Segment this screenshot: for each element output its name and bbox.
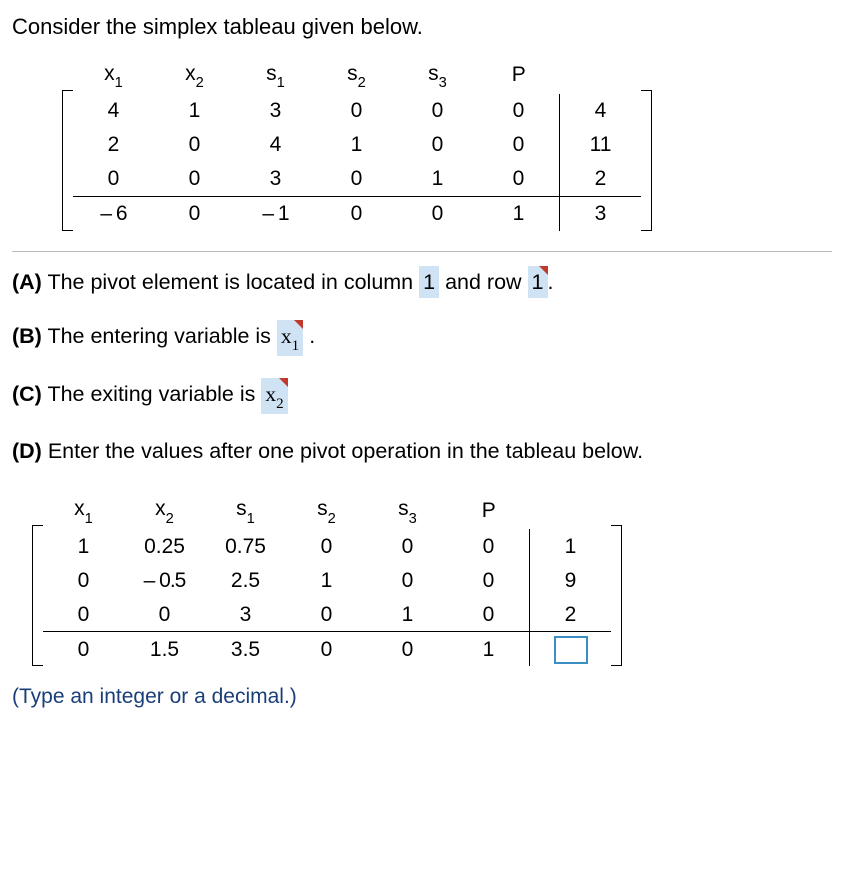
table-row: 0030102: [73, 162, 641, 197]
divider: [12, 251, 832, 252]
bracket-left: [62, 90, 73, 231]
part-c: (C) The exiting variable is x2: [12, 378, 832, 414]
header-row: x1 x2 s1 s2 s3 P: [43, 492, 611, 529]
bracket-left: [32, 525, 43, 666]
table-row: 4130004: [73, 94, 641, 128]
pivot-row-answer[interactable]: 1: [528, 266, 548, 298]
part-a-label: (A): [12, 270, 42, 294]
bracket-right: [641, 90, 652, 231]
table-row: 0030102: [43, 597, 611, 632]
bracket-right: [611, 525, 622, 666]
table-row: 10.250.750001: [43, 529, 611, 563]
table-row: 0– 0.52.51009: [43, 563, 611, 597]
exiting-variable-answer[interactable]: x2: [261, 378, 287, 414]
help-text: (Type an integer or a decimal.): [12, 682, 832, 711]
part-a: (A) The pivot element is located in colu…: [12, 266, 832, 298]
header-row: x1 x2 s1 s2 s3 P: [73, 57, 641, 94]
part-d: (D) Enter the values after one pivot ope…: [12, 436, 832, 466]
pivot-column-answer[interactable]: 1: [419, 266, 439, 298]
part-c-label: (C): [12, 382, 42, 406]
part-b: (B) The entering variable is x1 .: [12, 320, 832, 356]
table-row-objective: 01.53.5001: [43, 632, 611, 667]
table-row-objective: – 60– 10013: [73, 196, 641, 231]
tableau-1: x1 x2 s1 s2 s3 P 4130004 20410011 003010…: [62, 57, 652, 231]
tableau-1-table: x1 x2 s1 s2 s3 P 4130004 20410011 003010…: [73, 57, 641, 231]
part-d-label: (D): [12, 439, 42, 463]
tableau-2: x1 x2 s1 s2 s3 P 10.250.750001 0– 0.52.5…: [32, 492, 622, 666]
tableau-2-table: x1 x2 s1 s2 s3 P 10.250.750001 0– 0.52.5…: [43, 492, 611, 666]
answer-input[interactable]: [554, 636, 588, 664]
table-row: 20410011: [73, 128, 641, 162]
intro-text: Consider the simplex tableau given below…: [12, 12, 832, 43]
part-b-label: (B): [12, 324, 42, 348]
entering-variable-answer[interactable]: x1: [277, 320, 303, 356]
